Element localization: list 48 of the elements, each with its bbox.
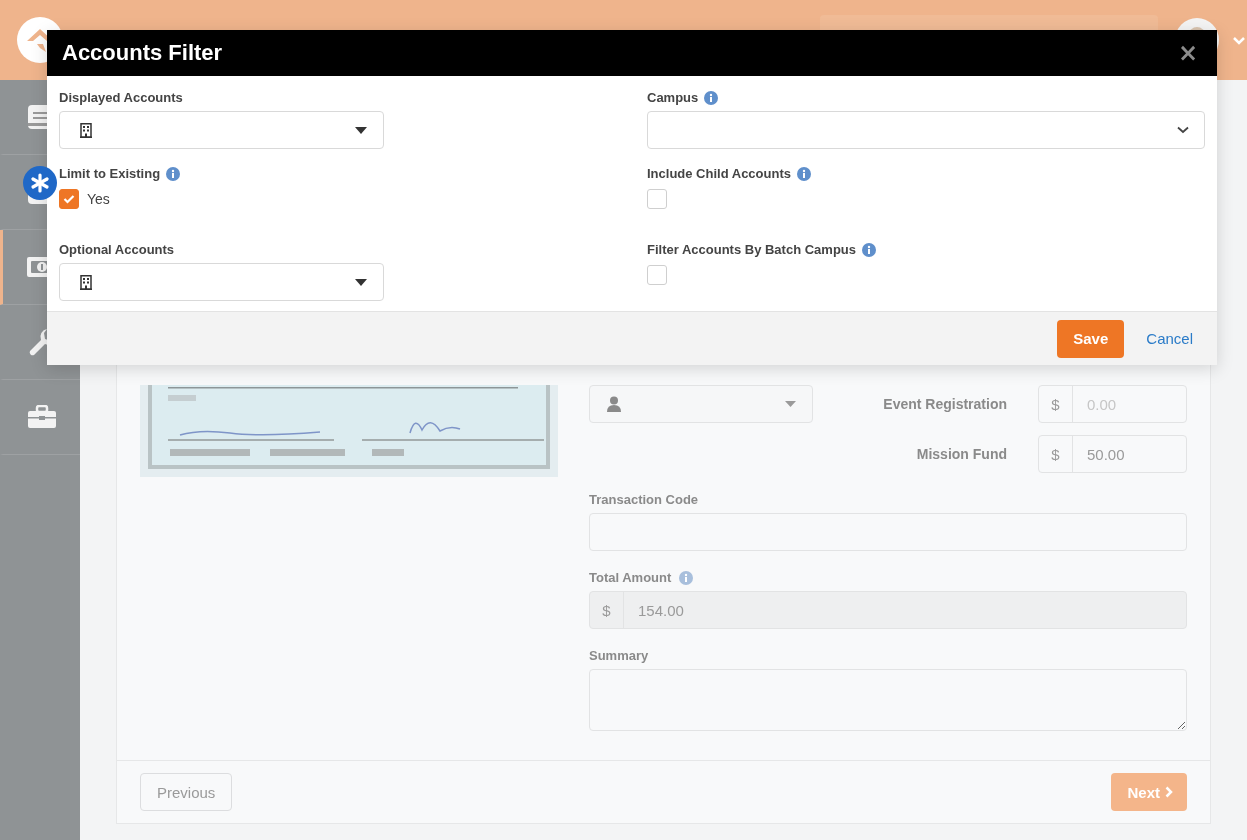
caret-icon	[355, 126, 367, 134]
check-icon	[63, 194, 75, 204]
caret-icon	[355, 278, 367, 286]
person-picker[interactable]	[589, 385, 813, 423]
field-label: Limit to Existing	[59, 166, 161, 181]
total-amount-field: $ 154.00	[589, 591, 1187, 629]
campus-select[interactable]	[647, 111, 1205, 149]
close-button[interactable]: ×	[1173, 41, 1202, 65]
info-icon[interactable]	[862, 242, 876, 257]
save-button[interactable]: Save	[1057, 319, 1125, 358]
info-icon[interactable]	[797, 166, 811, 181]
currency-prefix: $	[590, 592, 624, 628]
field-label: Include Child Accounts	[647, 166, 791, 181]
account-picker[interactable]	[59, 111, 384, 149]
caret-icon	[785, 401, 796, 407]
chevron-down-icon[interactable]	[1232, 36, 1246, 46]
briefcase-icon	[27, 405, 56, 429]
field-label: Transaction Code	[589, 492, 700, 507]
field-label: Total Amount	[589, 570, 672, 585]
next-button[interactable]: Next	[1111, 773, 1187, 811]
checkbox[interactable]	[647, 265, 667, 285]
info-icon[interactable]	[166, 166, 181, 181]
info-icon[interactable]	[704, 90, 719, 105]
previous-button[interactable]: Previous	[140, 773, 233, 811]
chevron-down-icon	[1177, 126, 1189, 134]
field-label: Filter Accounts By Batch Campus	[647, 242, 856, 257]
account-label: Mission Fund	[916, 446, 1007, 462]
summary-field[interactable]	[589, 669, 1187, 731]
building-icon	[80, 274, 92, 290]
checkbox[interactable]	[647, 189, 667, 209]
checkbox[interactable]	[59, 189, 79, 209]
account-picker[interactable]	[59, 263, 384, 301]
amount-field[interactable]: $ 50.00	[1038, 435, 1187, 473]
field-label: Displayed Accounts	[59, 90, 183, 105]
account-label: Event Registration	[883, 396, 1007, 412]
asterisk-icon[interactable]	[23, 166, 57, 200]
field-label: Campus	[647, 90, 699, 105]
currency-prefix: $	[1039, 386, 1073, 422]
field-label: Summary	[589, 648, 650, 663]
checkbox-label: Yes	[87, 191, 110, 207]
building-icon	[80, 122, 92, 138]
info-icon[interactable]	[679, 570, 694, 585]
modal-title: Accounts Filter	[62, 40, 223, 66]
cancel-link[interactable]: Cancel	[1146, 330, 1193, 347]
currency-prefix: $	[1039, 436, 1073, 472]
chevron-right-icon	[1165, 786, 1173, 798]
person-icon	[607, 396, 621, 412]
field-label: Optional Accounts	[59, 242, 175, 257]
